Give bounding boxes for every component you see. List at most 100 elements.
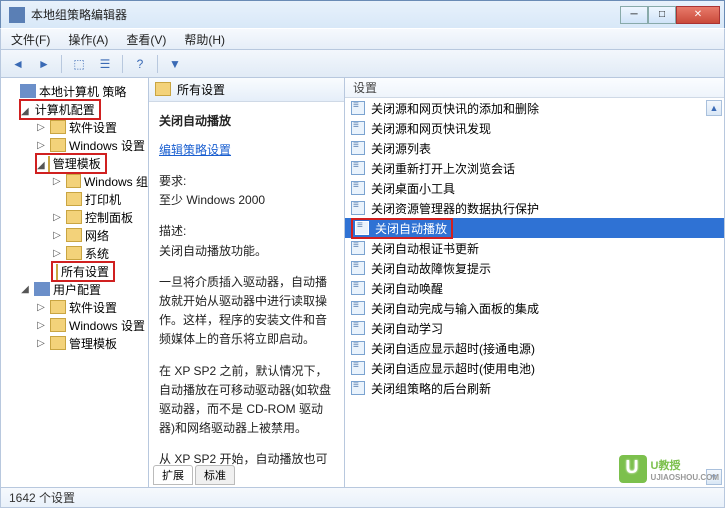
folder-icon — [50, 300, 66, 314]
setting-row[interactable]: 关闭自动学习 — [345, 318, 724, 338]
policy-item-icon — [351, 141, 365, 155]
folder-icon — [66, 246, 82, 260]
policy-item-icon — [351, 301, 365, 315]
policy-item-icon — [351, 361, 365, 375]
folder-icon — [50, 336, 66, 350]
setting-label: 关闭自动学习 — [371, 320, 443, 337]
policy-item-icon — [351, 101, 365, 115]
setting-row[interactable]: 关闭组策略的后台刷新 — [345, 378, 724, 398]
setting-row[interactable]: 关闭源和网页快讯的添加和删除 — [345, 98, 724, 118]
setting-label: 关闭源和网页快讯的添加和删除 — [371, 100, 539, 117]
description-paragraph: 一旦将介质插入驱动器，自动播放就开始从驱动器中进行读取操作。这样，程序的安装文件… — [159, 273, 334, 350]
folder-icon — [50, 120, 66, 134]
setting-label: 关闭自动唤醒 — [371, 280, 443, 297]
tree-computer-config[interactable]: ◢计算机配置 — [1, 100, 148, 118]
setting-label: 关闭源和网页快讯发现 — [371, 120, 491, 137]
setting-label: 关闭源列表 — [371, 140, 431, 157]
tree-windows-settings[interactable]: ▷ Windows 设置 — [1, 136, 148, 154]
tree-u-windows-settings[interactable]: ▷ Windows 设置 — [1, 316, 148, 334]
setting-label: 关闭重新打开上次浏览会话 — [371, 160, 515, 177]
description-label: 描述: — [159, 222, 334, 241]
description-body: 关闭自动播放 编辑策略设置 要求: 至少 Windows 2000 描述: 关闭… — [149, 102, 344, 465]
menu-help[interactable]: 帮助(H) — [180, 29, 229, 50]
tree-admin-templates[interactable]: ◢管理模板 — [1, 154, 148, 172]
tree-root[interactable]: 本地计算机 策略 — [1, 82, 148, 100]
setting-row[interactable]: 关闭自动根证书更新 — [345, 238, 724, 258]
policy-item-icon — [351, 121, 365, 135]
settings-column-header[interactable]: 设置 — [345, 78, 724, 98]
status-count: 1642 个设置 — [9, 489, 75, 506]
tree-label: 本地计算机 策略 — [39, 83, 126, 100]
folder-icon — [48, 156, 50, 172]
setting-label: 关闭资源管理器的数据执行保护 — [371, 200, 539, 217]
setting-row[interactable]: 关闭源和网页快讯发现 — [345, 118, 724, 138]
policy-item-icon — [351, 261, 365, 275]
main-area: 本地计算机 策略 ◢计算机配置 ▷ 软件设置 ▷ Windows 设置 ◢管理模… — [0, 78, 725, 488]
tree-label: Windows 组 — [84, 173, 148, 190]
menubar: 文件(F) 操作(A) 查看(V) 帮助(H) — [0, 28, 725, 50]
forward-button[interactable]: ► — [33, 53, 55, 75]
setting-row[interactable]: 关闭自适应显示超时(使用电池) — [345, 358, 724, 378]
setting-row[interactable]: 关闭桌面小工具 — [345, 178, 724, 198]
scroll-up-button[interactable]: ▲ — [706, 100, 722, 116]
menu-view[interactable]: 查看(V) — [122, 29, 170, 50]
setting-row[interactable]: 关闭自动播放 — [345, 218, 724, 238]
requirements-label: 要求: — [159, 172, 334, 191]
tab-extended[interactable]: 扩展 — [153, 465, 193, 485]
show-hide-button[interactable]: ☰ — [94, 53, 116, 75]
user-icon — [34, 282, 50, 296]
setting-row[interactable]: 关闭自适应显示超时(接通电源) — [345, 338, 724, 358]
policy-item-icon — [351, 381, 365, 395]
tab-standard[interactable]: 标准 — [195, 465, 235, 485]
tree-label: Windows 设置 — [69, 317, 145, 334]
description-value: 关闭自动播放功能。 — [159, 242, 334, 261]
tree-label: 计算机配置 — [35, 103, 95, 117]
maximize-button[interactable]: □ — [648, 6, 676, 24]
setting-label: 关闭组策略的后台刷新 — [371, 380, 491, 397]
close-button[interactable]: ✕ — [676, 6, 720, 24]
description-paragraph: 在 XP SP2 之前，默认情况下，自动播放在可移动驱动器(如软盘驱动器，而不是… — [159, 362, 334, 439]
statusbar: 1642 个设置 — [0, 488, 725, 508]
help-button[interactable]: ? — [129, 53, 151, 75]
setting-row[interactable]: 关闭自动唤醒 — [345, 278, 724, 298]
tree-user-config[interactable]: ◢ 用户配置 — [1, 280, 148, 298]
setting-label: 关闭自动根证书更新 — [371, 240, 479, 257]
policy-item-icon — [351, 281, 365, 295]
tree-u-admin-templates[interactable]: ▷ 管理模板 — [1, 334, 148, 352]
tree-system[interactable]: ▷ 系统 — [1, 244, 148, 262]
tree-windows-components[interactable]: ▷ Windows 组 — [1, 172, 148, 190]
tree-printers[interactable]: 打印机 — [1, 190, 148, 208]
setting-title: 关闭自动播放 — [159, 112, 334, 131]
up-button[interactable]: ⬚ — [68, 53, 90, 75]
folder-icon — [56, 264, 58, 280]
folder-icon — [155, 82, 171, 96]
app-icon — [9, 7, 25, 23]
tree-label: 软件设置 — [69, 119, 117, 136]
setting-row[interactable]: 关闭重新打开上次浏览会话 — [345, 158, 724, 178]
filter-button[interactable]: ▼ — [164, 53, 186, 75]
setting-row[interactable]: 关闭资源管理器的数据执行保护 — [345, 198, 724, 218]
edit-policy-link[interactable]: 编辑策略设置 — [159, 141, 231, 160]
window-controls: ─ □ ✕ — [620, 6, 720, 24]
setting-row[interactable]: 关闭自动完成与输入面板的集成 — [345, 298, 724, 318]
minimize-button[interactable]: ─ — [620, 6, 648, 24]
settings-list: 关闭源和网页快讯的添加和删除关闭源和网页快讯发现关闭源列表关闭重新打开上次浏览会… — [345, 98, 724, 487]
menu-file[interactable]: 文件(F) — [7, 29, 54, 50]
tree-control-panel[interactable]: ▷ 控制面板 — [1, 208, 148, 226]
setting-row[interactable]: 关闭源列表 — [345, 138, 724, 158]
folder-icon — [50, 138, 66, 152]
description-panel: 所有设置 关闭自动播放 编辑策略设置 要求: 至少 Windows 2000 描… — [149, 78, 345, 487]
description-header-text: 所有设置 — [177, 81, 225, 98]
tree-network[interactable]: ▷ 网络 — [1, 226, 148, 244]
setting-label: 关闭自动播放 — [375, 220, 447, 237]
menu-action[interactable]: 操作(A) — [64, 29, 112, 50]
back-button[interactable]: ◄ — [7, 53, 29, 75]
tree-u-software-settings[interactable]: ▷ 软件设置 — [1, 298, 148, 316]
tree-all-settings[interactable]: 所有设置 — [1, 262, 148, 280]
settings-panel: 设置 关闭源和网页快讯的添加和删除关闭源和网页快讯发现关闭源列表关闭重新打开上次… — [345, 78, 724, 487]
setting-row[interactable]: 关闭自动故障恢复提示 — [345, 258, 724, 278]
separator — [122, 55, 123, 73]
tree-software-settings[interactable]: ▷ 软件设置 — [1, 118, 148, 136]
tree-label: 打印机 — [85, 191, 121, 208]
policy-item-icon — [351, 201, 365, 215]
